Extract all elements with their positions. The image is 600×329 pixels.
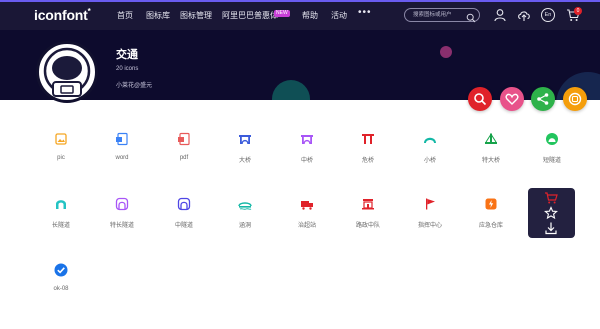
icon-label: 长隧道	[51, 223, 70, 229]
icon-label: 路政中队	[355, 223, 380, 229]
decorative-dot	[440, 46, 452, 58]
icon-card[interactable]: word	[90, 132, 154, 182]
nav-activity[interactable]: 活动	[331, 10, 347, 21]
building-icon	[361, 197, 375, 211]
nav-home[interactable]: 首页	[117, 10, 133, 21]
icon-label: 特大桥	[481, 158, 500, 164]
coin-icon	[568, 92, 582, 106]
checkmark-icon	[54, 263, 68, 277]
pdf-file-icon	[177, 132, 191, 146]
lightning-warehouse-icon	[484, 197, 498, 211]
tunnel-icon	[177, 197, 191, 211]
upload-cloud-icon[interactable]	[517, 8, 531, 22]
truck-icon	[300, 197, 314, 211]
iconfont-logo[interactable]: iconfont*	[34, 7, 91, 23]
tunnel-icon	[545, 132, 559, 146]
download-icon[interactable]	[544, 221, 558, 235]
more-menu-button[interactable]: •••	[358, 7, 372, 18]
icon-card[interactable]: 特长隧道	[90, 197, 154, 247]
nav-icon-management[interactable]: 图标管理	[180, 10, 212, 21]
icon-label: pic	[57, 155, 65, 161]
share-icon	[537, 93, 549, 105]
project-author[interactable]: 小莱花@盛元	[116, 80, 152, 89]
icon-card[interactable]: ok-08	[29, 263, 93, 313]
icon-card[interactable]: 长隧道	[29, 197, 93, 247]
icon-label: 涵洞	[238, 223, 251, 229]
icon-label: 大桥	[238, 158, 251, 164]
icon-card[interactable]: 路政中队	[336, 197, 400, 247]
project-avatar	[36, 41, 98, 103]
user-icon[interactable]	[493, 8, 507, 22]
icon-card[interactable]: pdf	[152, 132, 216, 182]
nav-alibaba-font[interactable]: 阿里巴巴普惠体	[222, 10, 278, 21]
icon-card[interactable]: 特大桥	[459, 132, 523, 182]
tunnel-icon	[115, 197, 129, 211]
flag-icon	[423, 197, 437, 211]
favorite-fab-button[interactable]	[500, 87, 524, 111]
icon-label: 指挥中心	[417, 223, 442, 229]
search-input[interactable]	[413, 10, 469, 20]
search-fab-button[interactable]	[468, 87, 492, 111]
icon-card[interactable]: 指挥中心	[398, 197, 462, 247]
nav-icon-library[interactable]: 图标库	[146, 10, 170, 21]
add-to-cart-icon[interactable]	[544, 191, 558, 205]
icon-label: word	[115, 155, 129, 161]
icon-label: 应急仓库	[478, 223, 503, 229]
icon-card[interactable]: 应急仓库	[459, 197, 523, 247]
danger-bridge-icon	[361, 132, 375, 146]
culvert-icon	[238, 197, 252, 211]
icon-card[interactable]: 小桥	[398, 132, 462, 182]
bridge-icon	[238, 132, 252, 146]
arch-bridge-icon	[423, 132, 437, 146]
logo-mark: *	[87, 7, 91, 16]
astronaut-icon	[43, 47, 91, 97]
icon-label: 治超站	[297, 223, 316, 229]
search-icon[interactable]	[466, 10, 476, 28]
icon-label: 小桥	[423, 158, 436, 164]
icon-card[interactable]: 治超站	[275, 197, 339, 247]
icon-card[interactable]: 危桥	[336, 132, 400, 182]
icon-label: 短隧道	[542, 158, 561, 164]
icon-card[interactable]: 短隧道	[520, 132, 584, 182]
decorative-circle	[272, 80, 310, 100]
icon-card[interactable]: 中隧道	[152, 197, 216, 247]
bridge-icon	[300, 132, 314, 146]
icon-label: 中桥	[300, 158, 313, 164]
word-file-icon	[115, 132, 129, 146]
icon-card[interactable]: 中桥	[275, 132, 339, 182]
project-icon-count: 20 icons	[116, 66, 139, 72]
top-navbar: iconfont* 首页 图标库 图标管理 阿里巴巴普惠体 NEW 帮助 活动 …	[0, 0, 600, 30]
language-switch[interactable]: En	[541, 8, 555, 22]
tunnel-icon	[54, 197, 68, 211]
image-file-icon	[54, 132, 68, 146]
search-icon	[474, 93, 487, 106]
share-fab-button[interactable]	[531, 87, 555, 111]
icon-label: 特长隧道	[109, 223, 134, 229]
logo-text: iconfont	[34, 7, 88, 23]
icon-label: pdf	[179, 155, 189, 161]
cart-count-badge: 0	[574, 7, 582, 15]
new-badge: NEW	[274, 10, 290, 17]
heart-icon	[505, 93, 519, 105]
icon-card[interactable]: pic	[29, 132, 93, 182]
icon-card[interactable]: 大桥	[213, 132, 277, 182]
project-title: 交通	[116, 49, 138, 61]
icon-label: 危桥	[361, 158, 374, 164]
icon-label: ok-08	[53, 286, 69, 292]
icon-card[interactable]: 涵洞	[213, 197, 277, 247]
star-icon[interactable]	[544, 206, 558, 220]
accent-line	[0, 0, 600, 2]
icon-label: 中隧道	[174, 223, 193, 229]
coin-fab-button[interactable]	[563, 87, 587, 111]
icon-hover-actions	[528, 188, 575, 238]
search-box[interactable]	[404, 8, 480, 23]
suspension-bridge-icon	[484, 132, 498, 146]
nav-help[interactable]: 帮助	[302, 10, 318, 21]
